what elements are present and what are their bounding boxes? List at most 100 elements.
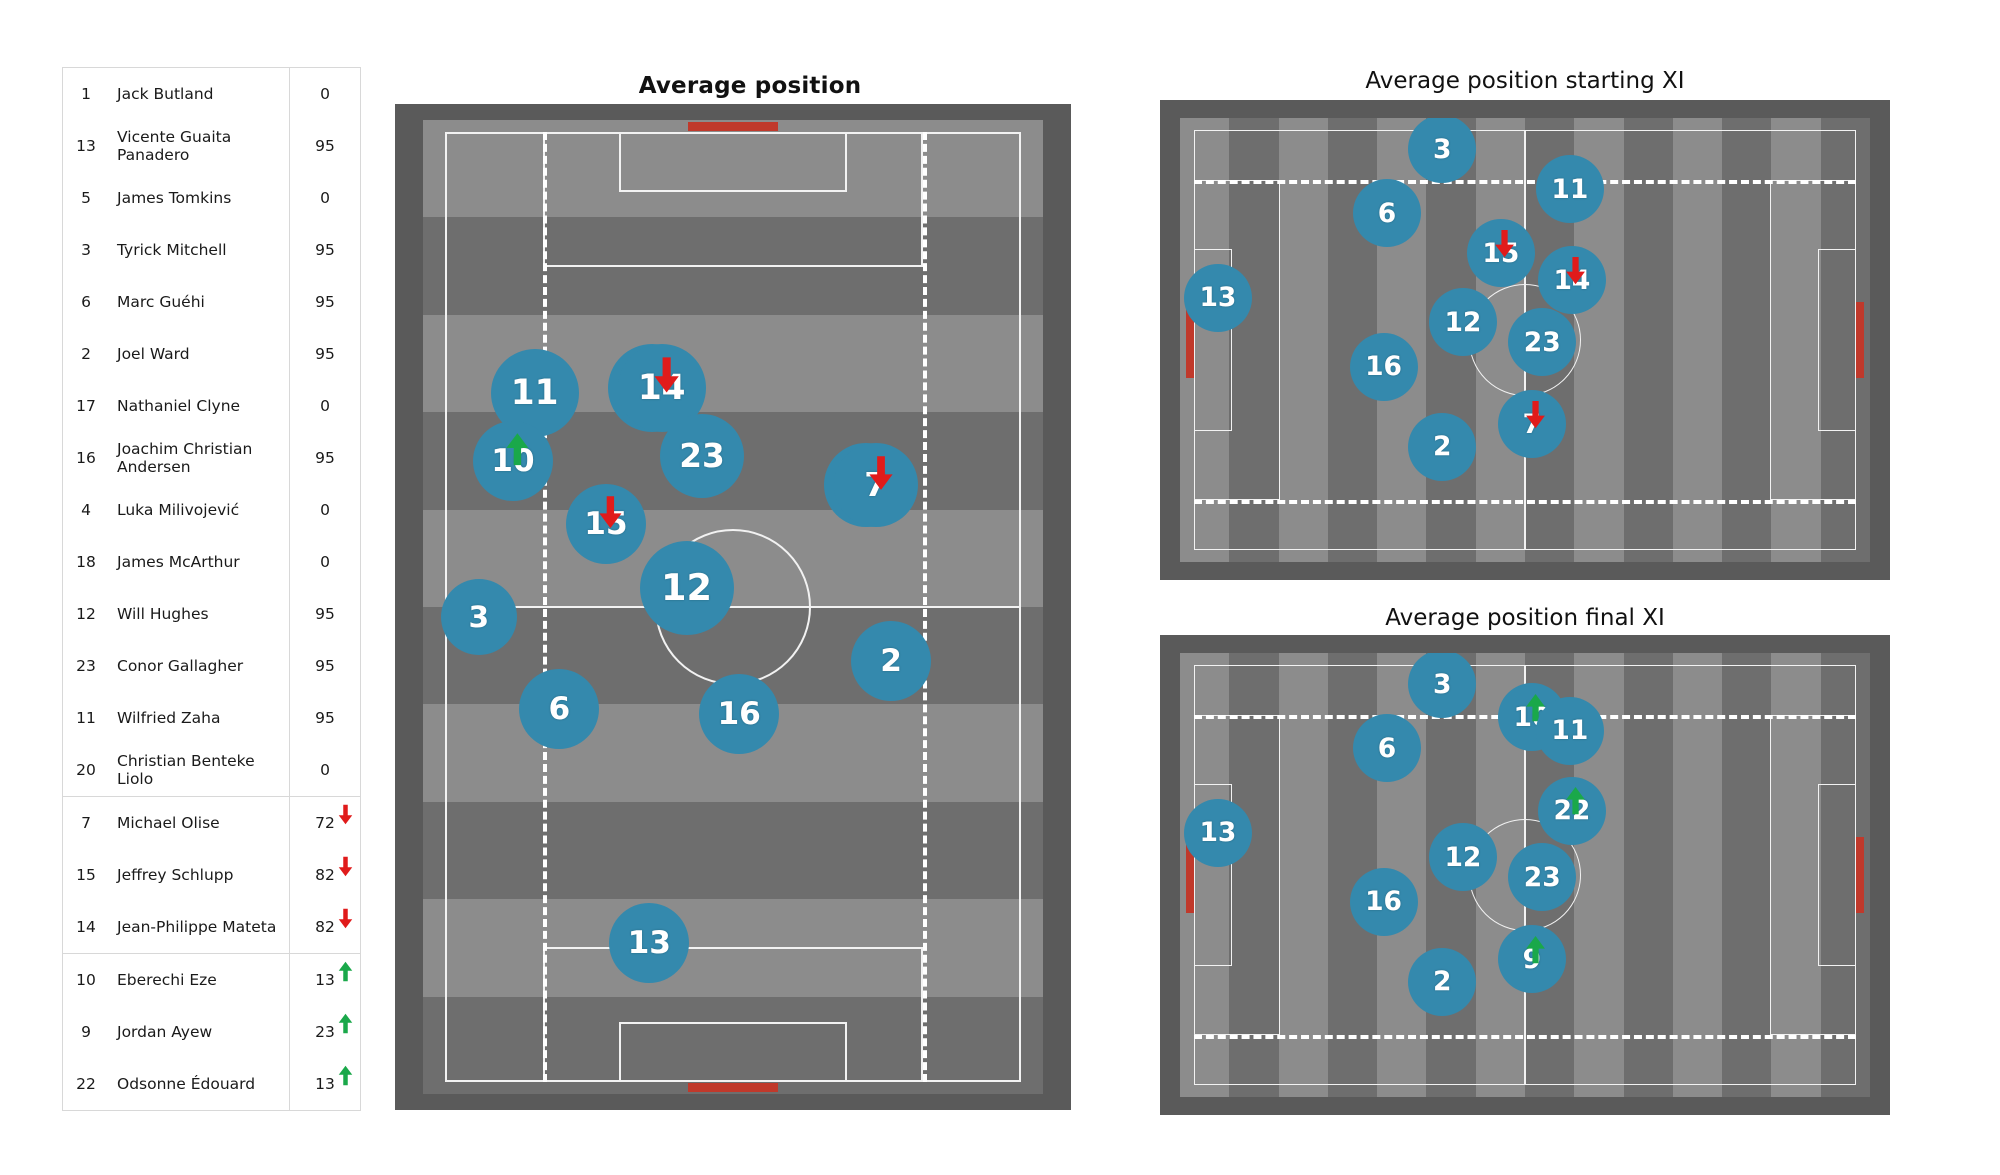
player-shirt-number: 20 (62, 744, 109, 797)
six-yard-box-bottom (619, 1022, 847, 1082)
player-shirt-number: 22 (62, 1058, 109, 1111)
player-shirt-number: 18 (62, 536, 109, 588)
table-row: 5 James Tomkins 0 (62, 172, 361, 224)
player-position-marker[interactable]: 12 (1428, 823, 1497, 892)
player-shirt-number: 9 (62, 1006, 109, 1058)
player-position-marker[interactable]: 16 (1349, 867, 1418, 936)
table-row: 2 Joel Ward 95 (62, 328, 361, 380)
player-name: James Tomkins (109, 172, 290, 224)
goal-right (1856, 837, 1864, 913)
player-position-marker[interactable]: 13 (609, 903, 690, 984)
player-minutes-table: 1 Jack Butland 0 13 Vicente Guaita Panadero 9… (62, 67, 361, 1111)
player-position-marker[interactable]: 6 (1353, 179, 1421, 248)
player-position-marker[interactable]: 12 (639, 540, 734, 635)
player-minutes-value: 0 (320, 85, 330, 103)
table-row: 18 James McArthur 0 (62, 536, 361, 588)
player-minutes-value: 0 (320, 501, 330, 519)
player-position-marker[interactable]: 11 (1535, 696, 1604, 765)
player-name: Vicente Guaita Panadero (109, 120, 290, 172)
player-marker-label: 16 (717, 696, 761, 733)
main-chart-title: Average position (638, 73, 862, 99)
player-name: Luka Milivojević (109, 484, 290, 536)
player-position-marker[interactable]: 13 (1183, 263, 1252, 332)
substitution-off-arrow-icon (868, 455, 894, 491)
player-minutes-value: 0 (320, 553, 330, 571)
player-position-marker[interactable]: 23 (1508, 843, 1577, 912)
player-name: Jeffrey Schlupp (109, 849, 290, 901)
player-marker-label: 3 (1432, 668, 1452, 700)
player-table-body: 1 Jack Butland 0 13 Vicente Guaita Panadero 9… (62, 67, 361, 1111)
player-position-marker[interactable]: 6 (1353, 714, 1421, 783)
six-yard-box-right (1818, 784, 1856, 966)
player-name: Marc Guéhi (109, 276, 290, 328)
substitution-on-arrow-icon (338, 961, 353, 982)
substitution-off-arrow-icon (1494, 229, 1515, 258)
player-minutes-cell: 0 (289, 744, 361, 797)
player-shirt-number: 4 (62, 484, 109, 536)
player-name: Michael Olise (109, 796, 290, 849)
dashed-guide-bottom (1194, 500, 1856, 504)
substitution-on-arrow-icon (338, 1013, 353, 1034)
player-minutes-cell: 82 (289, 849, 361, 901)
table-row: 23 Conor Gallagher 95 (62, 640, 361, 692)
player-minutes-cell: 0 (289, 67, 361, 120)
table-row: 11 Wilfried Zaha 95 (62, 692, 361, 744)
player-shirt-number: 16 (62, 432, 109, 484)
player-marker-label: 12 (660, 566, 712, 610)
substitution-off-arrow-icon (653, 356, 680, 394)
table-row: 6 Marc Guéhi 95 (62, 276, 361, 328)
player-minutes-cell: 95 (289, 120, 361, 172)
player-marker-label: 23 (1523, 861, 1561, 893)
player-minutes-cell: 23 (289, 1006, 361, 1058)
table-row: 13 Vicente Guaita Panadero 95 (62, 120, 361, 172)
starting-xi-pitch-surface: 3 11 6 15 14 13 12 23 16 7 2 (1180, 118, 1870, 562)
player-minutes-cell: 95 (289, 276, 361, 328)
substitution-off-arrow-icon (1525, 400, 1546, 429)
player-minutes-value: 0 (320, 761, 330, 779)
player-name: Jean-Philippe Mateta (109, 901, 290, 954)
table-row: 20 Christian Benteke Liolo 0 (62, 744, 361, 797)
player-name: James McArthur (109, 536, 290, 588)
player-shirt-number: 23 (62, 640, 109, 692)
player-marker-label: 3 (1432, 133, 1452, 165)
player-shirt-number: 13 (62, 120, 109, 172)
six-yard-box-right (1818, 249, 1856, 431)
player-position-marker[interactable]: 11 (1535, 155, 1604, 224)
player-position-marker[interactable]: 13 (1183, 798, 1252, 867)
dashed-guide-top (1194, 180, 1856, 184)
player-position-marker[interactable]: 3 (440, 578, 517, 655)
player-name: Jack Butland (109, 67, 290, 120)
player-minutes-value: 95 (315, 345, 335, 363)
substitution-on-arrow-icon (505, 432, 530, 466)
player-minutes-cell: 82 (289, 901, 361, 954)
player-position-marker[interactable]: 2 (1408, 412, 1477, 481)
player-marker-label: 12 (1444, 306, 1482, 338)
player-position-marker[interactable]: 12 (1428, 288, 1497, 357)
player-marker-label: 11 (1551, 715, 1589, 747)
player-minutes-value: 95 (315, 657, 335, 675)
player-minutes-value: 0 (320, 189, 330, 207)
player-position-marker[interactable]: 23 (660, 414, 744, 499)
player-position-marker[interactable]: 16 (1349, 332, 1418, 401)
substitution-off-arrow-icon (598, 495, 623, 529)
player-shirt-number: 14 (62, 901, 109, 954)
player-minutes-value: 13 (315, 1075, 335, 1093)
player-marker-label: 13 (1199, 282, 1237, 314)
substitution-on-arrow-icon (1565, 786, 1586, 815)
player-position-marker[interactable]: 2 (1408, 947, 1477, 1016)
table-row: 10 Eberechi Eze 13 (62, 953, 361, 1006)
player-minutes-value: 82 (315, 866, 335, 884)
goal-top (688, 122, 778, 131)
player-minutes-value: 0 (320, 397, 330, 415)
player-shirt-number: 5 (62, 172, 109, 224)
player-position-marker[interactable]: 16 (699, 674, 780, 755)
table-row: 4 Luka Milivojević 0 (62, 484, 361, 536)
player-marker-label: 16 (1365, 886, 1402, 918)
dashed-guide-left (543, 132, 547, 1082)
table-row: 9 Jordan Ayew 23 (62, 1006, 361, 1058)
player-marker-label: 13 (627, 925, 671, 962)
player-name: Eberechi Eze (109, 953, 290, 1006)
player-position-marker[interactable]: 23 (1508, 308, 1577, 377)
player-position-marker[interactable]: 2 (851, 620, 932, 701)
goal-bottom (688, 1083, 778, 1092)
